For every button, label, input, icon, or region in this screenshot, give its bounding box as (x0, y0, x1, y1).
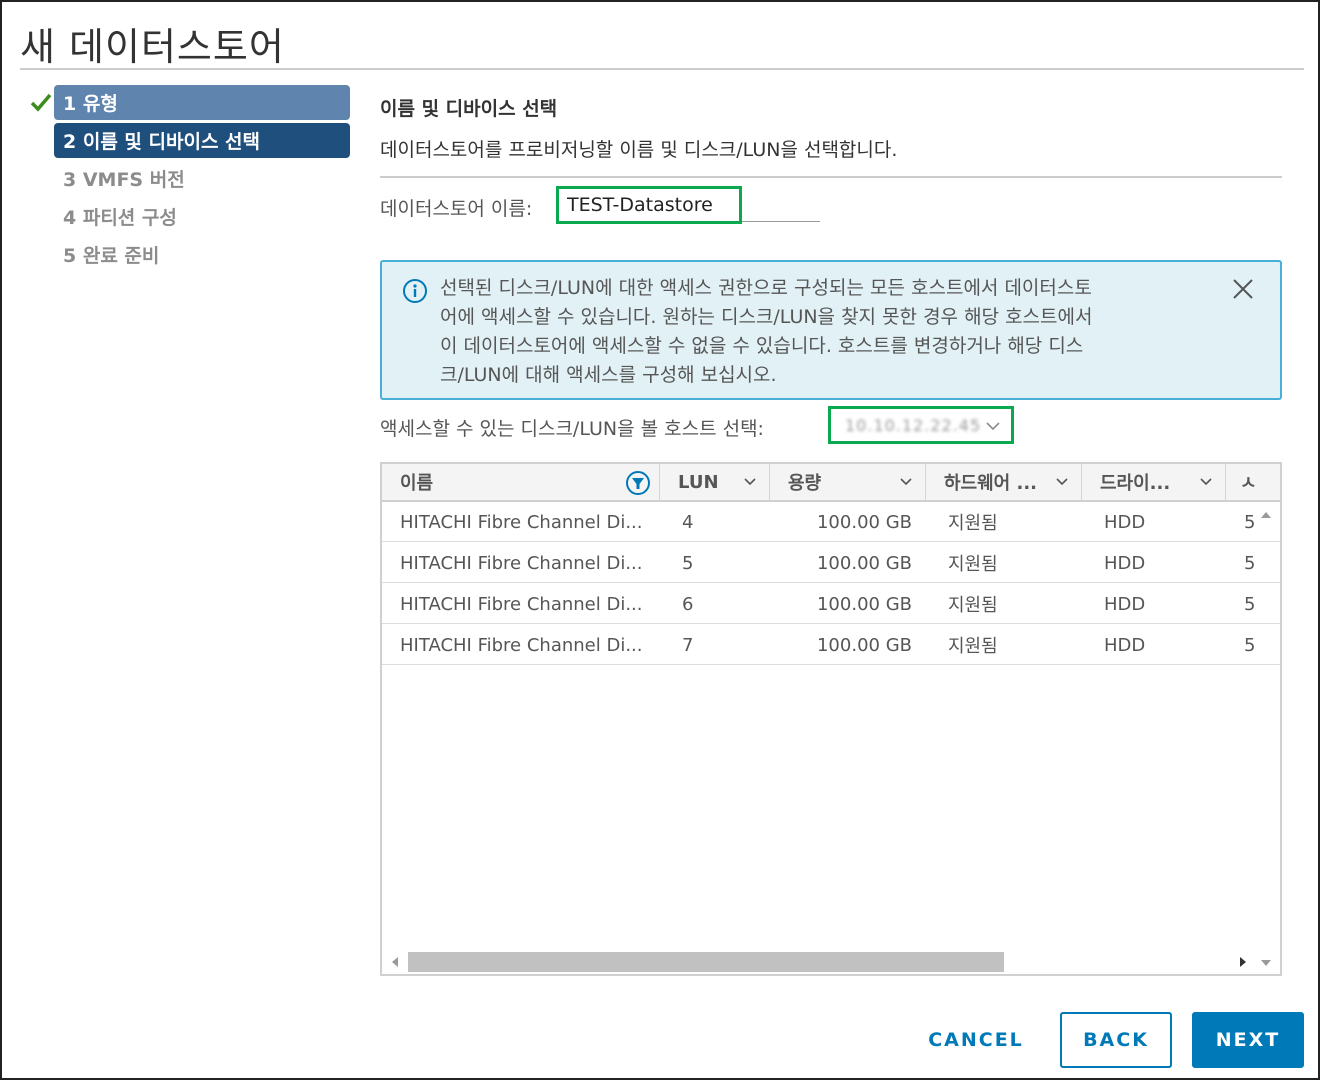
horizontal-scrollbar[interactable] (382, 950, 1258, 974)
info-text: 선택된 디스크/LUN에 대한 액세스 권한으로 구성되는 모든 호스트에서 데… (440, 274, 1200, 390)
cell-name: HITACHI Fibre Channel Di... (400, 552, 643, 574)
scroll-right-icon[interactable] (1238, 956, 1248, 968)
scroll-up-icon[interactable] (1260, 510, 1272, 520)
step-label: 2 이름 및 디바이스 선택 (63, 131, 260, 153)
cell-drive: HDD (1104, 593, 1146, 615)
cell-capacity: 100.00 GB (816, 634, 912, 656)
scroll-down-icon[interactable] (1260, 958, 1272, 968)
chevron-down-icon (1056, 478, 1068, 486)
column-header-label: 하드웨어 ... (944, 473, 1038, 494)
column-header-hardware[interactable]: 하드웨어 ... (926, 464, 1082, 500)
cell-drive: HDD (1104, 552, 1146, 574)
table-row[interactable]: HITACHI Fibre Channel Di... 7 100.00 GB … (382, 625, 1280, 665)
step-partition-config: 4 파티션 구성 (30, 198, 352, 235)
title-divider (20, 68, 1304, 70)
cell-name: HITACHI Fibre Channel Di... (400, 634, 643, 656)
step-label: 4 파티션 구성 (63, 207, 177, 229)
cell-hardware: 지원됨 (948, 636, 998, 657)
dialog-title: 새 데이터스토어 (20, 25, 285, 69)
host-select-label: 액세스할 수 있는 디스크/LUN을 볼 호스트 선택: (380, 418, 764, 440)
scroll-left-icon[interactable] (390, 956, 400, 968)
chevron-down-icon (986, 422, 1000, 431)
step-label: 3 VMFS 버전 (63, 169, 185, 191)
step-label: 1 유형 (63, 93, 118, 115)
cell-hardware: 지원됨 (948, 595, 998, 616)
input-underline (742, 221, 820, 222)
chevron-down-icon (744, 478, 756, 486)
chevron-down-icon (1200, 478, 1212, 486)
content-panel: 이름 및 디바이스 선택 데이터스토어를 프로비저닝할 이름 및 디스크/LUN… (380, 90, 1282, 976)
host-select-row: 액세스할 수 있는 디스크/LUN을 볼 호스트 선택: 10.10.12.22… (380, 406, 1282, 446)
cell-name: HITACHI Fibre Channel Di... (400, 511, 643, 533)
column-header-label: 드라이... (1100, 473, 1171, 494)
cell-lun: 5 (682, 552, 694, 574)
column-header-extra[interactable]: ㅅ (1226, 464, 1280, 500)
column-header-lun[interactable]: LUN (660, 464, 770, 500)
chevron-down-icon (900, 478, 912, 486)
host-select[interactable]: 10.10.12.22.45 (828, 406, 1014, 444)
info-line: 어에 액세스할 수 있습니다. 원하는 디스크/LUN을 찾지 못한 경우 해당… (440, 306, 1093, 328)
section-divider (380, 176, 1282, 178)
cell-extra: 5 (1244, 593, 1256, 615)
info-line: 크/LUN에 대해 액세스를 구성해 보십시오. (440, 364, 777, 386)
cell-lun: 4 (682, 511, 694, 533)
datastore-name-row: 데이터스토어 이름: (380, 186, 1282, 226)
table-row[interactable]: HITACHI Fibre Channel Di... 4 100.00 GB … (382, 502, 1280, 542)
column-header-label: LUN (678, 471, 719, 493)
table-row[interactable]: HITACHI Fibre Channel Di... 6 100.00 GB … (382, 584, 1280, 624)
step-vmfs-version: 3 VMFS 버전 (30, 160, 352, 197)
info-circle-icon (403, 279, 427, 303)
column-header-label: 용량 (788, 473, 822, 494)
column-header-label: ㅅ (1240, 473, 1257, 494)
section-description: 데이터스토어를 프로비저닝할 이름 및 디스크/LUN을 선택합니다. (380, 139, 898, 161)
scrollbar-thumb[interactable] (408, 952, 1004, 972)
cell-drive: HDD (1104, 634, 1146, 656)
cell-capacity: 100.00 GB (816, 593, 912, 615)
column-header-label: 이름 (400, 473, 434, 494)
step-ready-complete: 5 완료 준비 (30, 236, 352, 273)
table-row[interactable]: HITACHI Fibre Channel Di... 5 100.00 GB … (382, 543, 1280, 583)
cell-extra: 5 (1244, 634, 1256, 656)
cell-name: HITACHI Fibre Channel Di... (400, 593, 643, 615)
column-header-drive[interactable]: 드라이... (1082, 464, 1226, 500)
info-line: 선택된 디스크/LUN에 대한 액세스 권한으로 구성되는 모든 호스트에서 데… (440, 277, 1092, 299)
cell-hardware: 지원됨 (948, 554, 998, 575)
column-header-name[interactable]: 이름 (382, 464, 660, 500)
datastore-name-input[interactable] (559, 189, 739, 221)
host-select-value: 10.10.12.22.45 (845, 416, 982, 435)
datastore-name-label: 데이터스토어 이름: (380, 198, 533, 220)
filter-icon[interactable] (625, 470, 651, 496)
checkmark-icon (30, 93, 52, 112)
wizard-steps: 1 유형 2 이름 및 디바이스 선택 3 VMFS 버전 4 파티션 구성 5… (30, 84, 352, 274)
info-alert: 선택된 디스크/LUN에 대한 액세스 권한으로 구성되는 모든 호스트에서 데… (380, 260, 1282, 400)
next-button[interactable]: NEXT (1192, 1012, 1304, 1068)
step-name-device[interactable]: 2 이름 및 디바이스 선택 (30, 122, 352, 159)
back-button[interactable]: BACK (1060, 1012, 1172, 1068)
disk-lun-grid: 이름 LUN 용량 하드웨어 ... 드라이... ㅅ HITACHI Fibr… (380, 462, 1282, 976)
section-title: 이름 및 디바이스 선택 (380, 98, 558, 120)
cell-extra: 5 (1244, 552, 1256, 574)
info-line: 이 데이터스토어에 액세스할 수 없을 수 있습니다. 호스트를 변경하거나 해… (440, 335, 1084, 357)
column-header-capacity[interactable]: 용량 (770, 464, 926, 500)
cell-lun: 6 (682, 593, 694, 615)
cell-lun: 7 (682, 634, 694, 656)
grid-header: 이름 LUN 용량 하드웨어 ... 드라이... ㅅ (382, 464, 1280, 502)
step-type[interactable]: 1 유형 (30, 84, 352, 121)
cell-hardware: 지원됨 (948, 513, 998, 534)
cell-capacity: 100.00 GB (816, 511, 912, 533)
step-label: 5 완료 준비 (63, 245, 160, 267)
cell-drive: HDD (1104, 511, 1146, 533)
close-icon[interactable] (1230, 276, 1256, 302)
cell-extra: 5 (1244, 511, 1256, 533)
wizard-dialog: 새 데이터스토어 1 유형 2 이름 및 디바이스 선택 3 VMFS 버전 4… (0, 0, 1320, 1080)
cell-capacity: 100.00 GB (816, 552, 912, 574)
cancel-button[interactable]: CANCEL (918, 1012, 1034, 1068)
highlight-box (556, 186, 742, 224)
